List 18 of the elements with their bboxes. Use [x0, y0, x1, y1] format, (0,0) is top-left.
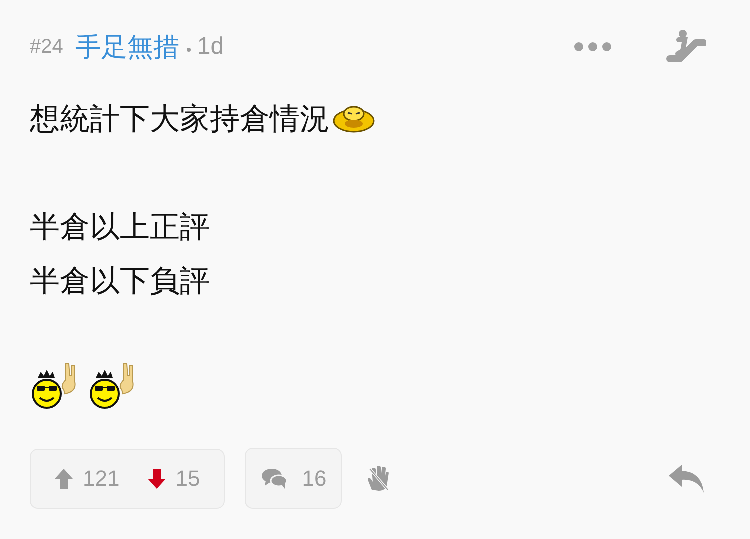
- escalator-icon[interactable]: [666, 29, 706, 65]
- down-arrow-icon: [148, 468, 166, 490]
- emoticon-icon: [332, 104, 376, 134]
- post-text: 半倉以下負評: [30, 264, 210, 300]
- more-icon[interactable]: [574, 42, 612, 52]
- post-number: #24: [30, 36, 64, 58]
- hand-icon[interactable]: [366, 466, 390, 492]
- comments-button[interactable]: 16: [245, 448, 342, 509]
- author-link[interactable]: 手足無措: [75, 30, 180, 64]
- vote-button[interactable]: 121: [55, 466, 120, 492]
- post-text: 半倉以上正評: [30, 210, 210, 246]
- up-arrow-icon: [55, 468, 73, 490]
- speech-bubbles-icon: [262, 468, 288, 490]
- post-text: 想統計下大家持倉情況: [30, 102, 330, 138]
- post-time: 1d: [197, 33, 224, 61]
- reply-icon[interactable]: [668, 464, 706, 494]
- vote-button[interactable]: 15: [148, 466, 200, 492]
- separator-dot-icon: [187, 48, 192, 52]
